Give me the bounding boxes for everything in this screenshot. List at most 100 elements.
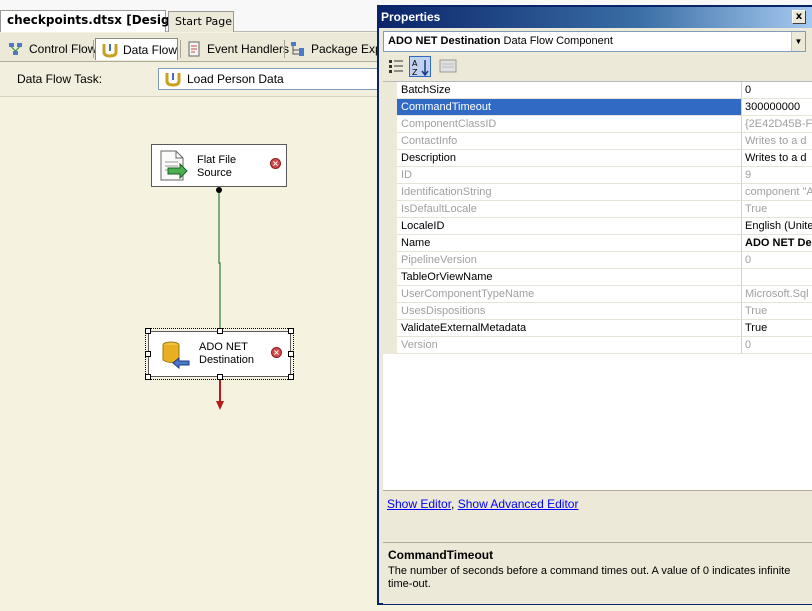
property-grid: BatchSize 0 CommandTimeout 300000000 Com… (383, 81, 812, 500)
property-name: ID (397, 167, 742, 184)
property-row-description[interactable]: Description Writes to a d (383, 150, 812, 167)
error-icon: × (270, 158, 281, 169)
link-separator: , (451, 497, 458, 511)
property-row-batchsize[interactable]: BatchSize 0 (383, 82, 812, 99)
resize-handle-nw[interactable] (145, 328, 151, 334)
categorized-button[interactable] (385, 56, 407, 77)
resize-handle-sw[interactable] (145, 374, 151, 380)
close-button[interactable]: x (792, 10, 806, 24)
property-name: ValidateExternalMetadata (397, 320, 742, 337)
error-icon: × (271, 347, 282, 358)
property-row-version[interactable]: Version 0 (383, 337, 812, 354)
property-value[interactable]: 0 (742, 82, 812, 99)
flat-file-source-component[interactable]: Flat File Source × (151, 144, 287, 187)
flat-file-source-icon (158, 150, 188, 182)
tab-label: Control Flow (29, 42, 97, 56)
description-title: CommandTimeout (388, 548, 494, 562)
resize-handle-w[interactable] (145, 351, 151, 357)
property-name: IsDefaultLocale (397, 201, 742, 218)
property-name: LocaleID (397, 218, 742, 235)
resize-handle-s[interactable] (217, 374, 223, 380)
svg-text:A: A (412, 59, 418, 68)
property-value[interactable]: Writes to a d (742, 150, 812, 167)
properties-title: Properties (381, 10, 441, 24)
control-flow-icon (8, 41, 24, 57)
property-value[interactable]: ADO NET De (742, 235, 812, 252)
show-advanced-editor-link[interactable]: Show Advanced Editor (458, 497, 579, 511)
property-name: BatchSize (397, 82, 742, 99)
properties-title-bar[interactable]: Properties (379, 7, 812, 28)
property-value[interactable]: True (742, 320, 812, 337)
property-row-tableorviewname[interactable]: TableOrViewName (383, 269, 812, 286)
property-row-localeid[interactable]: LocaleID English (Unite (383, 218, 812, 235)
property-row-isdefaultlocale[interactable]: IsDefaultLocale True (383, 201, 812, 218)
property-row-contactinfo[interactable]: ContactInfo Writes to a d (383, 133, 812, 150)
property-value: Microsoft.Sql (742, 286, 812, 303)
green-data-path[interactable] (218, 190, 221, 330)
tab-start-page[interactable]: Start Page (168, 11, 234, 32)
property-value: 9 (742, 167, 812, 184)
tab-label: Data Flow (123, 42, 178, 57)
property-value: {2E42D45B-F (742, 116, 812, 133)
property-name: UsesDispositions (397, 303, 742, 320)
data-flow-task-label: Data Flow Task: (17, 72, 103, 86)
red-arrow-head (216, 401, 224, 410)
svg-text:Z: Z (412, 68, 418, 77)
flat-file-label-line1: Flat File (197, 154, 237, 166)
object-selector[interactable]: ADO NET Destination Data Flow Component … (383, 31, 806, 52)
tab-checkpoints-design[interactable]: checkpoints.dtsx [Design]* (0, 10, 190, 32)
object-type: Data Flow Component (503, 35, 613, 47)
property-value: component "A (742, 184, 812, 201)
property-name: UserComponentTypeName (397, 286, 742, 303)
resize-handle-n[interactable] (217, 328, 223, 334)
resize-handle-ne[interactable] (288, 328, 294, 334)
property-name: Version (397, 337, 742, 354)
property-name: TableOrViewName (397, 269, 742, 286)
property-value: Writes to a d (742, 133, 812, 150)
property-row-usesdispositions[interactable]: UsesDispositions True (383, 303, 812, 320)
tab-label: Event Handlers (207, 42, 290, 56)
chevron-down-icon[interactable]: ▼ (791, 32, 805, 51)
data-flow-task-icon (165, 71, 181, 87)
property-value: True (742, 201, 812, 218)
property-value: True (742, 303, 812, 320)
property-value[interactable]: 300000000 (742, 99, 812, 116)
data-flow-task-value: Load Person Data (187, 72, 284, 86)
property-value[interactable]: English (Unite (742, 218, 812, 235)
ado-net-destination-component[interactable]: ADO NET Destination × (148, 331, 291, 377)
data-flow-icon (102, 42, 118, 58)
property-row-commandtimeout[interactable]: CommandTimeout 300000000 (383, 99, 812, 116)
property-value: 0 (742, 337, 812, 354)
description-text: The number of seconds before a command t… (388, 565, 791, 590)
flat-file-label-line2: Source (197, 167, 232, 179)
ado-net-label-line2: Destination (199, 354, 255, 366)
property-row-name[interactable]: Name ADO NET De (383, 235, 812, 252)
property-name: ContactInfo (397, 133, 742, 150)
property-name: PipelineVersion (397, 252, 742, 269)
data-flow-task-select[interactable]: Load Person Data (158, 68, 388, 90)
tab-control-flow[interactable]: Control Flow (2, 38, 102, 60)
tab-event-handlers[interactable]: Event Handlers (180, 38, 295, 60)
property-row-usercomponenttypename[interactable]: UserComponentTypeName Microsoft.Sql (383, 286, 812, 303)
property-description-pane: CommandTimeout The number of seconds bef… (383, 542, 812, 604)
property-pages-button[interactable] (437, 56, 459, 77)
package-explorer-icon (290, 41, 306, 57)
resize-handle-e[interactable] (288, 351, 294, 357)
property-row-id[interactable]: ID 9 (383, 167, 812, 184)
show-editor-link[interactable]: Show Editor (387, 497, 451, 511)
event-handlers-icon (186, 41, 202, 57)
tab-data-flow[interactable]: Data Flow (95, 38, 178, 60)
property-row-componentclassid[interactable]: ComponentClassID {2E42D45B-F (383, 116, 812, 133)
property-name: IdentificationString (397, 184, 742, 201)
property-value[interactable] (742, 269, 812, 286)
alphabetical-button[interactable]: AZ (409, 56, 431, 77)
property-name: CommandTimeout (397, 99, 742, 116)
property-row-identificationstring[interactable]: IdentificationString component "A (383, 184, 812, 201)
tab-separator (93, 40, 94, 58)
property-row-pipelineversion[interactable]: PipelineVersion 0 (383, 252, 812, 269)
property-row-validateexternalmetadata[interactable]: ValidateExternalMetadata True (383, 320, 812, 337)
resize-handle-se[interactable] (288, 374, 294, 380)
property-value: 0 (742, 252, 812, 269)
properties-toolbar: AZ (379, 54, 812, 79)
properties-window: Properties x ADO NET Destination Data Fl… (377, 5, 812, 605)
